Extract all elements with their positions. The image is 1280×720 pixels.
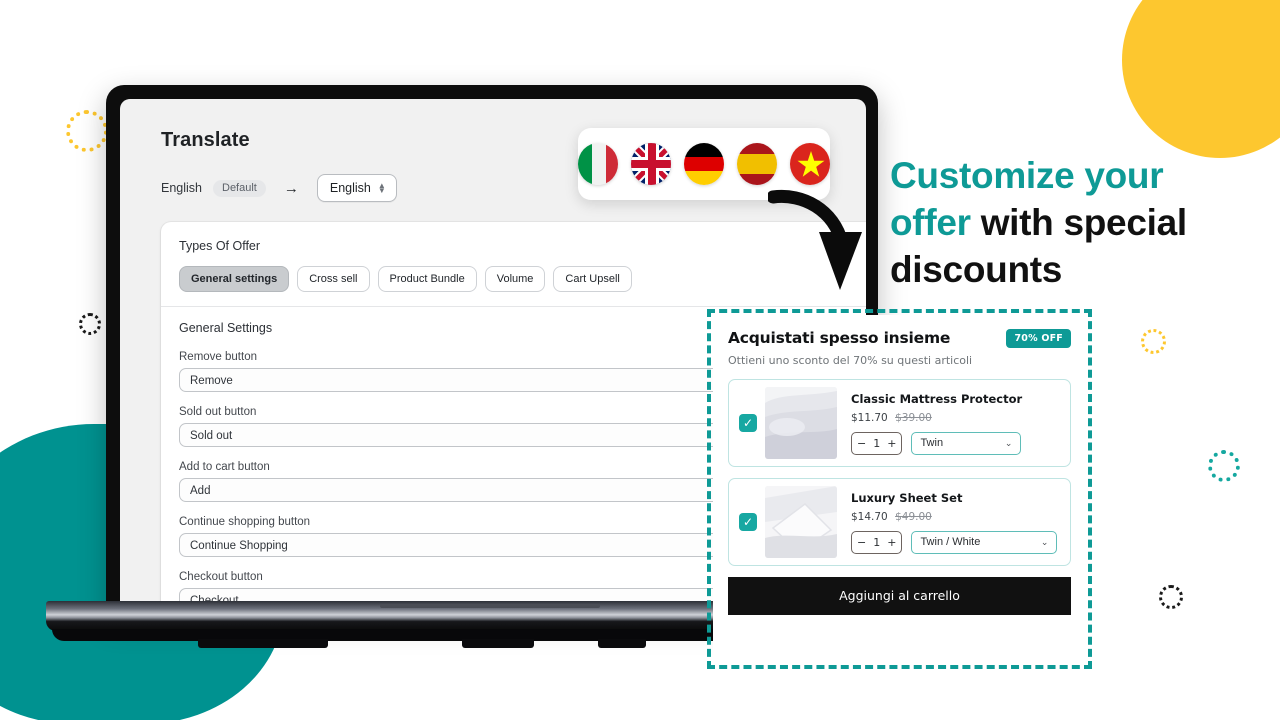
laptop-foot-mid: [462, 639, 534, 648]
bundle-title: Acquistati spesso insieme: [728, 329, 951, 347]
arrow-right-icon: →: [283, 179, 299, 197]
dotted-circle-teal-icon: [1208, 450, 1240, 482]
product-price-row: $14.70 $49.00: [851, 511, 1060, 523]
quantity-value: 1: [873, 436, 881, 450]
source-language-label: English: [161, 181, 202, 195]
product-name: Luxury Sheet Set: [851, 490, 963, 505]
product-info: Luxury Sheet Set $14.70 $49.00 − 1 + Twi…: [851, 491, 1060, 554]
promo-banner-stage: Translate English Default → English ▲ ▼ T…: [0, 0, 1280, 720]
section-divider: [161, 306, 866, 307]
laptop-trackpad-notch: [380, 604, 600, 608]
laptop-foot-left: [198, 639, 328, 648]
product-controls: − 1 + Twin ⌄: [851, 431, 1060, 455]
variant-value: Twin / White: [920, 536, 981, 548]
target-language-value: English: [329, 181, 371, 195]
offer-type-tabs: General settings Cross sell Product Bund…: [179, 266, 866, 292]
product-controls: − 1 + Twin / White ⌄: [851, 530, 1060, 554]
product-price-row: $11.70 $39.00: [851, 412, 1060, 424]
default-badge: Default: [213, 179, 266, 197]
chevron-down-icon: ⌄: [1004, 437, 1013, 448]
tab-general-settings[interactable]: General settings: [179, 266, 290, 292]
quantity-value: 1: [873, 535, 881, 549]
product-thumbnail: [765, 387, 837, 459]
quantity-increase-button[interactable]: +: [887, 437, 896, 450]
yellow-circle-decoration: [1122, 0, 1280, 158]
product-checkbox[interactable]: ✓: [739, 513, 757, 531]
dotted-circle-yellow-icon: [66, 110, 108, 152]
headline-line3: discounts: [890, 249, 1063, 290]
dotted-circle-black-icon: [79, 313, 101, 335]
tab-cart-upsell[interactable]: Cart Upsell: [553, 266, 632, 292]
tab-cross-sell[interactable]: Cross sell: [297, 266, 370, 292]
quantity-decrease-button[interactable]: −: [857, 536, 866, 549]
chevron-updown-icon: ▲ ▼: [377, 181, 386, 195]
laptop-foot-right: [598, 639, 646, 648]
quantity-stepper[interactable]: − 1 +: [851, 530, 903, 554]
product-price: $11.70: [851, 411, 888, 424]
variant-value: Twin: [920, 437, 944, 449]
product-name: Classic Mattress Protector: [851, 391, 1023, 406]
product-thumbnail: [765, 486, 837, 558]
dotted-circle-black-icon: [1159, 585, 1183, 609]
bundle-product-row: ✓ Luxury Sheet Set $14.70 $49.00 − 1 + T…: [728, 478, 1071, 566]
tab-product-bundle[interactable]: Product Bundle: [377, 266, 477, 292]
flag-italy-icon: [578, 143, 618, 185]
flag-germany-icon: [684, 143, 724, 185]
product-compare-price: $39.00: [895, 411, 932, 424]
bundle-product-row: ✓ Classic Mattress Protector $11.70 $39.…: [728, 379, 1071, 467]
headline-line1: Customize your: [890, 155, 1164, 196]
headline: Customize your offer with special discou…: [890, 152, 1240, 293]
discount-badge: 70% OFF: [1006, 329, 1071, 348]
quantity-increase-button[interactable]: +: [887, 536, 896, 549]
add-to-cart-button[interactable]: Aggiungi al carrello: [728, 577, 1071, 615]
dotted-circle-yellow-icon: [1141, 329, 1166, 354]
chevron-down-icon: ⌄: [1040, 536, 1049, 547]
headline-line2-rest: with special: [980, 202, 1187, 243]
frequently-bought-together-widget: Acquistati spesso insieme 70% OFF Ottien…: [713, 315, 1086, 663]
types-of-offer-label: Types Of Offer: [179, 239, 261, 253]
target-language-select[interactable]: English ▲ ▼: [316, 174, 397, 202]
bundle-subtitle: Ottieni uno sconto del 70% su questi art…: [728, 354, 973, 367]
flag-vietnam-icon: [790, 143, 830, 185]
laptop-base-lip: [52, 629, 812, 641]
quantity-decrease-button[interactable]: −: [857, 437, 866, 450]
flag-spain-icon: [737, 143, 777, 185]
product-price: $14.70: [851, 510, 888, 523]
variant-select[interactable]: Twin / White ⌄: [911, 530, 1058, 554]
quantity-stepper[interactable]: − 1 +: [851, 431, 903, 455]
tab-volume[interactable]: Volume: [484, 266, 546, 292]
product-compare-price: $49.00: [895, 510, 932, 523]
curved-arrow-icon: [766, 180, 878, 300]
headline-line2-accent: offer: [890, 202, 981, 243]
bundle-header: Acquistati spesso insieme 70% OFF: [728, 329, 1071, 348]
flag-united-kingdom-icon: [631, 143, 671, 185]
variant-select[interactable]: Twin ⌄: [911, 431, 1022, 455]
product-info: Classic Mattress Protector $11.70 $39.00…: [851, 392, 1060, 455]
product-checkbox[interactable]: ✓: [739, 414, 757, 432]
